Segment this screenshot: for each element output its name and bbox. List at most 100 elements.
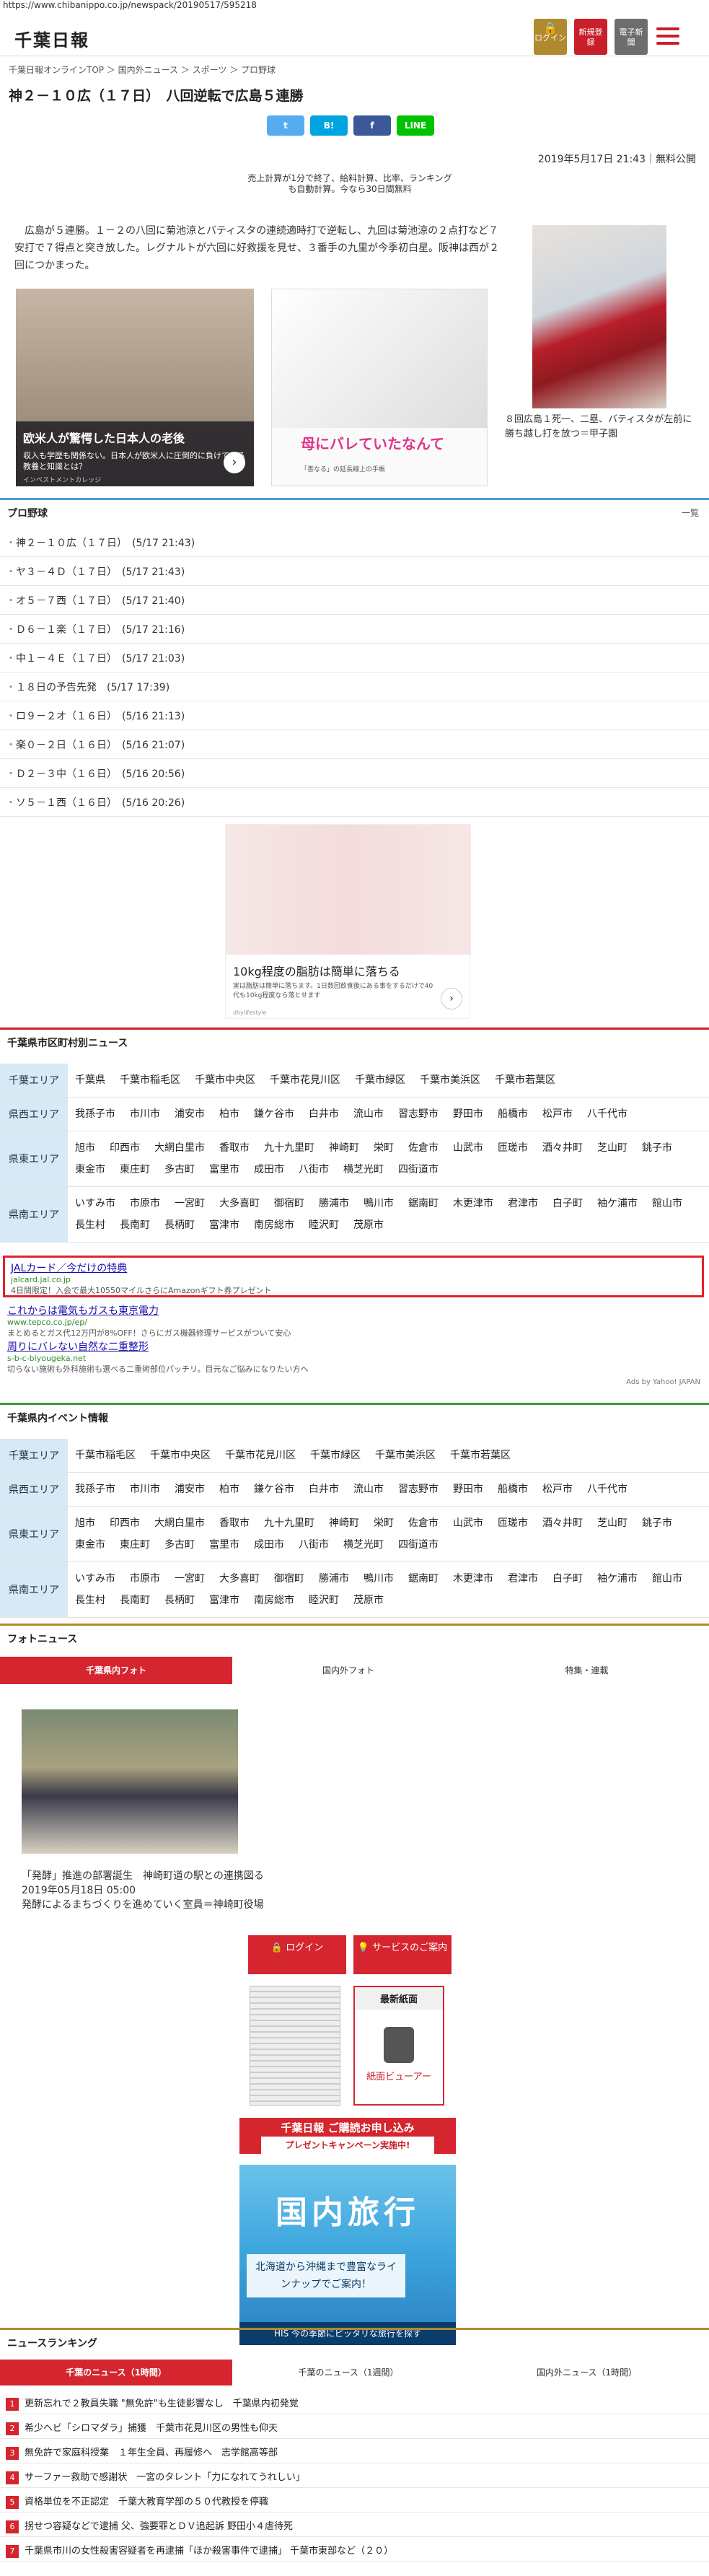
city-link[interactable]: 大網白里市	[154, 1142, 205, 1154]
city-link[interactable]: 松戸市	[542, 1108, 573, 1120]
city-link[interactable]: 館山市	[652, 1198, 682, 1209]
city-link[interactable]: 東庄町	[120, 1164, 150, 1175]
city-link[interactable]: 旭市	[75, 1517, 95, 1529]
list-item[interactable]: 中１－４Ｅ（１７日） (5/17 21:03)	[0, 644, 709, 673]
ad-link[interactable]: これからは電気もガスも東京電力	[7, 1303, 656, 1318]
city-link[interactable]: 鴨川市	[364, 1198, 394, 1209]
city-link[interactable]: 旭市	[75, 1142, 95, 1154]
login-button-lower[interactable]: 🔒 ログイン	[248, 1935, 346, 1974]
city-link[interactable]: 南房総市	[254, 1595, 294, 1606]
city-link[interactable]: 千葉市緑区	[355, 1074, 405, 1086]
city-link[interactable]: 木更津市	[453, 1198, 493, 1209]
city-link[interactable]: 長柄町	[164, 1219, 195, 1231]
city-link[interactable]: 千葉市緑区	[310, 1450, 361, 1461]
city-link[interactable]: 我孫子市	[75, 1108, 115, 1120]
ad-link[interactable]: JALカード／今だけの特典	[11, 1261, 696, 1275]
list-item[interactable]: 7 千葉県市川の女性殺害容疑者を再逮捕「ほか殺害事件で逮捕」 千葉市東部など（２０…	[0, 2537, 709, 2562]
city-link[interactable]: 大網白里市	[154, 1517, 205, 1529]
city-link[interactable]: 船橋市	[498, 1484, 528, 1495]
city-link[interactable]: いすみ市	[75, 1198, 115, 1209]
city-link[interactable]: 九十九里町	[264, 1142, 314, 1154]
city-link[interactable]: 茂原市	[353, 1219, 384, 1231]
register-button[interactable]: 新規登録	[574, 19, 607, 55]
city-link[interactable]: 白井市	[309, 1108, 339, 1120]
city-link[interactable]: 市原市	[130, 1573, 160, 1585]
latest-edition-viewer[interactable]: 最新紙面 紙面ビューアー	[353, 1986, 444, 2106]
city-link[interactable]: 酒々井町	[542, 1142, 583, 1154]
ad-item[interactable]: 周りにバレない自然な二重整形 s-b-c-biyougeka.net 切らない施…	[7, 1339, 656, 1375]
twitter-share-button[interactable]: t	[267, 115, 304, 136]
facebook-share-button[interactable]: f	[353, 115, 391, 136]
city-link[interactable]: 東庄町	[120, 1539, 150, 1551]
city-link[interactable]: 千葉県	[75, 1074, 105, 1086]
hatena-share-button[interactable]: B!	[310, 115, 348, 136]
city-link[interactable]: 匝瑳市	[498, 1517, 528, 1529]
ad-card-elderly[interactable]: 欧米人が驚愕した日本人の老後 収入も学歴も関係ない。日本人が欧米人に圧倒的に負け…	[16, 289, 254, 486]
city-link[interactable]: 匝瑳市	[498, 1142, 528, 1154]
city-link[interactable]: 印西市	[110, 1517, 140, 1529]
city-link[interactable]: 千葉市稲毛区	[120, 1074, 180, 1086]
city-link[interactable]: 長南町	[120, 1219, 150, 1231]
city-link[interactable]: 君津市	[508, 1198, 538, 1209]
subscription-banner[interactable]: 千葉日報 ご購読お申し込み プレゼントキャンペーン実施中!	[239, 2118, 456, 2154]
city-link[interactable]: 千葉市稲毛区	[75, 1450, 136, 1461]
ad-item[interactable]: JALカード／今だけの特典 jalcard.jal.co.jp 4日間限定！入会…	[3, 1256, 704, 1297]
epaper-button[interactable]: 電子新聞	[615, 19, 648, 55]
city-link[interactable]: 南房総市	[254, 1219, 294, 1231]
city-link[interactable]: 一宮町	[175, 1573, 205, 1585]
list-item[interactable]: 神２－１０広（１７日） (5/17 21:43)	[0, 528, 709, 557]
city-link[interactable]: 御宿町	[274, 1198, 304, 1209]
city-link[interactable]: 柏市	[219, 1484, 239, 1495]
city-link[interactable]: 勝浦市	[319, 1573, 349, 1585]
city-link[interactable]: 成田市	[254, 1539, 284, 1551]
city-link[interactable]: 千葉市美浜区	[420, 1074, 480, 1086]
city-link[interactable]: 東金市	[75, 1539, 105, 1551]
city-link[interactable]: 栄町	[374, 1142, 394, 1154]
city-link[interactable]: 佐倉市	[408, 1517, 439, 1529]
city-links[interactable]: 我孫子市 市川市 浦安市 柏市 鎌ケ谷市 白井市 流山市 習志野市 野田市 船橋市 松戸市 八千代市	[68, 1097, 709, 1131]
city-link[interactable]: 富津市	[209, 1219, 239, 1231]
city-link[interactable]: 茂原市	[353, 1595, 384, 1606]
list-item[interactable]: 楽０－２日（１６日） (5/16 21:07)	[0, 730, 709, 759]
city-link[interactable]: 鋸南町	[408, 1198, 439, 1209]
city-link[interactable]: 白子町	[552, 1198, 583, 1209]
city-link[interactable]: 館山市	[652, 1573, 682, 1585]
ads-by-yahoo[interactable]: Ads by Yahoo! JAPAN	[626, 1378, 700, 1386]
list-item[interactable]: 2 希少ヘビ「シロマダラ」捕獲 千葉市花見川区の男性も仰天	[0, 2414, 709, 2439]
city-link[interactable]: 流山市	[353, 1484, 384, 1495]
city-link[interactable]: 大多喜町	[219, 1198, 260, 1209]
city-link[interactable]: 四街道市	[398, 1164, 439, 1175]
city-link[interactable]: 松戸市	[542, 1484, 573, 1495]
city-link[interactable]: 八千代市	[587, 1108, 627, 1120]
city-link[interactable]: 流山市	[353, 1108, 384, 1120]
city-link[interactable]: 千葉市花見川区	[225, 1450, 296, 1461]
city-link[interactable]: 野田市	[453, 1108, 483, 1120]
city-link[interactable]: 我孫子市	[75, 1484, 115, 1495]
list-item[interactable]: Ｄ２－３中（１６日） (5/16 20:56)	[0, 759, 709, 788]
city-link[interactable]: 市原市	[130, 1198, 160, 1209]
city-link[interactable]: 勝浦市	[319, 1198, 349, 1209]
city-link[interactable]: 八千代市	[587, 1484, 627, 1495]
city-link[interactable]: 千葉市中央区	[150, 1450, 211, 1461]
service-guide-button[interactable]: 💡 サービスのご案内	[353, 1935, 452, 1974]
city-link[interactable]: 山武市	[453, 1517, 483, 1529]
city-link[interactable]: 鋸南町	[408, 1573, 439, 1585]
hamburger-menu-icon[interactable]	[656, 27, 679, 46]
city-link[interactable]: 八街市	[299, 1164, 329, 1175]
city-link[interactable]: 銚子市	[642, 1142, 672, 1154]
city-links[interactable]: いすみ市 市原市 一宮町 大多喜町 御宿町 勝浦市 鴨川市 鋸南町 木更津市 君津市 白子町 袖ケ浦市…	[68, 1561, 709, 1618]
ad-card-manga[interactable]: 母にバレていたなんて 「善なる」の延長線上の手帳	[271, 289, 488, 486]
photo-news-caption[interactable]: 「発酵」推進の部署誕生 神崎町道の駅との連携図る 2019年05月18日 05:…	[22, 1869, 264, 1912]
city-links[interactable]: いすみ市 市原市 一宮町 大多喜町 御宿町 勝浦市 鴨川市 鋸南町 木更津市 君津市 白子町 袖ケ浦市…	[68, 1186, 709, 1243]
city-link[interactable]: 鴨川市	[364, 1573, 394, 1585]
city-link[interactable]: 市川市	[130, 1108, 160, 1120]
city-link[interactable]: 多古町	[164, 1164, 195, 1175]
city-link[interactable]: 船橋市	[498, 1108, 528, 1120]
tab-features[interactable]: 特集・連載	[464, 1657, 709, 1684]
city-link[interactable]: 鎌ケ谷市	[254, 1108, 294, 1120]
city-link[interactable]: 千葉市若葉区	[495, 1074, 555, 1086]
city-link[interactable]: 君津市	[508, 1573, 538, 1585]
city-link[interactable]: 栄町	[374, 1517, 394, 1529]
city-link[interactable]: 山武市	[453, 1142, 483, 1154]
city-link[interactable]: 大多喜町	[219, 1573, 260, 1585]
